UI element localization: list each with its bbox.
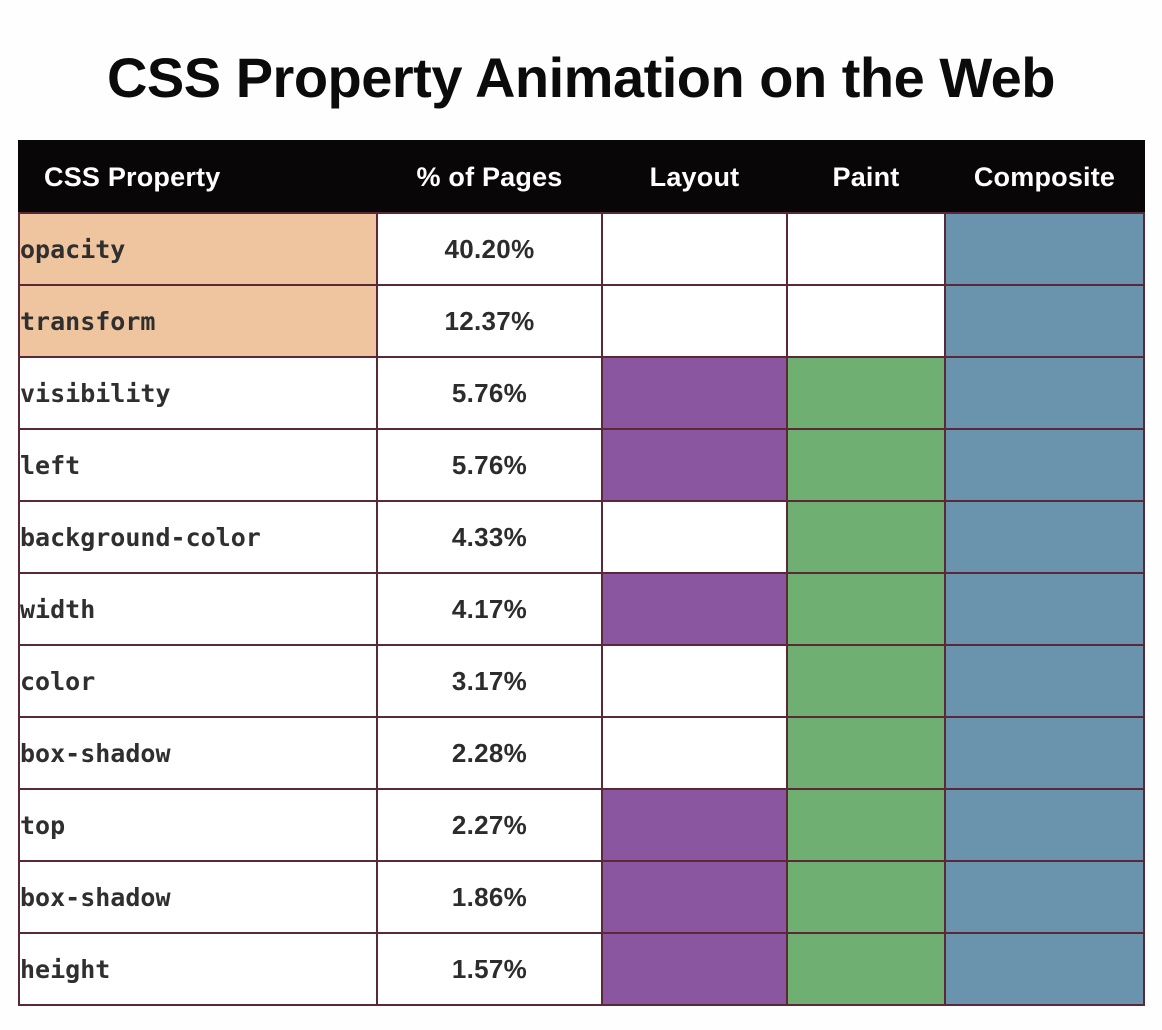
infographic-page: CSS Property Animation on the Web CSS Pr… [0,0,1162,1030]
cell-css-property: box-shadow [18,860,378,934]
cell-composite-marker [944,212,1145,286]
cell-paint-marker [786,284,946,358]
table-row: color 3.17% [18,644,1145,718]
table-row: top 2.27% [18,788,1145,862]
table-row: opacity 40.20% [18,212,1145,286]
cell-paint-marker [786,500,946,574]
cell-paint-marker [786,356,946,430]
cell-composite-marker [944,428,1145,502]
cell-paint-marker [786,860,946,934]
column-header-composite: Composite [944,140,1145,214]
cell-composite-marker [944,860,1145,934]
cell-percent-of-pages: 5.76% [376,428,603,502]
table-row: height 1.57% [18,932,1145,1006]
cell-paint-marker [786,788,946,862]
column-header-css-property: CSS Property [18,140,378,214]
cell-composite-marker [944,284,1145,358]
cell-css-property: left [18,428,378,502]
cell-paint-marker [786,428,946,502]
cell-percent-of-pages: 1.57% [376,932,603,1006]
cell-layout-marker [601,356,788,430]
cell-percent-of-pages: 2.27% [376,788,603,862]
cell-composite-marker [944,716,1145,790]
cell-composite-marker [944,356,1145,430]
table-row: background-color 4.33% [18,500,1145,574]
cell-percent-of-pages: 2.28% [376,716,603,790]
table-row: transform 12.37% [18,284,1145,358]
table-body: opacity 40.20% transform 12.37% visibility 5.… [18,212,1145,1006]
column-header-paint: Paint [786,140,946,214]
cell-layout-marker [601,788,788,862]
cell-percent-of-pages: 4.33% [376,500,603,574]
table-row: box-shadow 1.86% [18,860,1145,934]
table-row: left 5.76% [18,428,1145,502]
cell-composite-marker [944,788,1145,862]
cell-percent-of-pages: 4.17% [376,572,603,646]
cell-css-property: transform [18,284,378,358]
css-property-animation-table-wrapper: CSS Property % of Pages Layout Paint Com… [18,140,1145,1006]
cell-paint-marker [786,716,946,790]
cell-layout-marker [601,644,788,718]
page-title: CSS Property Animation on the Web [106,46,1056,109]
cell-composite-marker [944,644,1145,718]
cell-layout-marker [601,860,788,934]
cell-layout-marker [601,932,788,1006]
cell-layout-marker [601,572,788,646]
cell-percent-of-pages: 3.17% [376,644,603,718]
css-property-animation-table: CSS Property % of Pages Layout Paint Com… [18,140,1145,1006]
cell-css-property: height [18,932,378,1006]
cell-layout-marker [601,716,788,790]
cell-css-property: box-shadow [18,716,378,790]
table-row: visibility 5.76% [18,356,1145,430]
cell-css-property: visibility [18,356,378,430]
cell-composite-marker [944,932,1145,1006]
cell-percent-of-pages: 5.76% [376,356,603,430]
cell-css-property: opacity [18,212,378,286]
cell-paint-marker [786,212,946,286]
table-header: CSS Property % of Pages Layout Paint Com… [18,140,1145,214]
cell-percent-of-pages: 1.86% [376,860,603,934]
cell-composite-marker [944,500,1145,574]
table-row: width 4.17% [18,572,1145,646]
cell-css-property: color [18,644,378,718]
cell-layout-marker [601,212,788,286]
cell-layout-marker [601,284,788,358]
cell-css-property: width [18,572,378,646]
cell-paint-marker [786,932,946,1006]
cell-paint-marker [786,572,946,646]
table-header-row: CSS Property % of Pages Layout Paint Com… [18,140,1145,214]
cell-css-property: top [18,788,378,862]
cell-percent-of-pages: 12.37% [376,284,603,358]
cell-layout-marker [601,428,788,502]
cell-css-property: background-color [18,500,378,574]
column-header-layout: Layout [601,140,788,214]
column-header-percent-of-pages: % of Pages [376,140,603,214]
cell-paint-marker [786,644,946,718]
cell-composite-marker [944,572,1145,646]
cell-percent-of-pages: 40.20% [376,212,603,286]
cell-layout-marker [601,500,788,574]
table-row: box-shadow 2.28% [18,716,1145,790]
